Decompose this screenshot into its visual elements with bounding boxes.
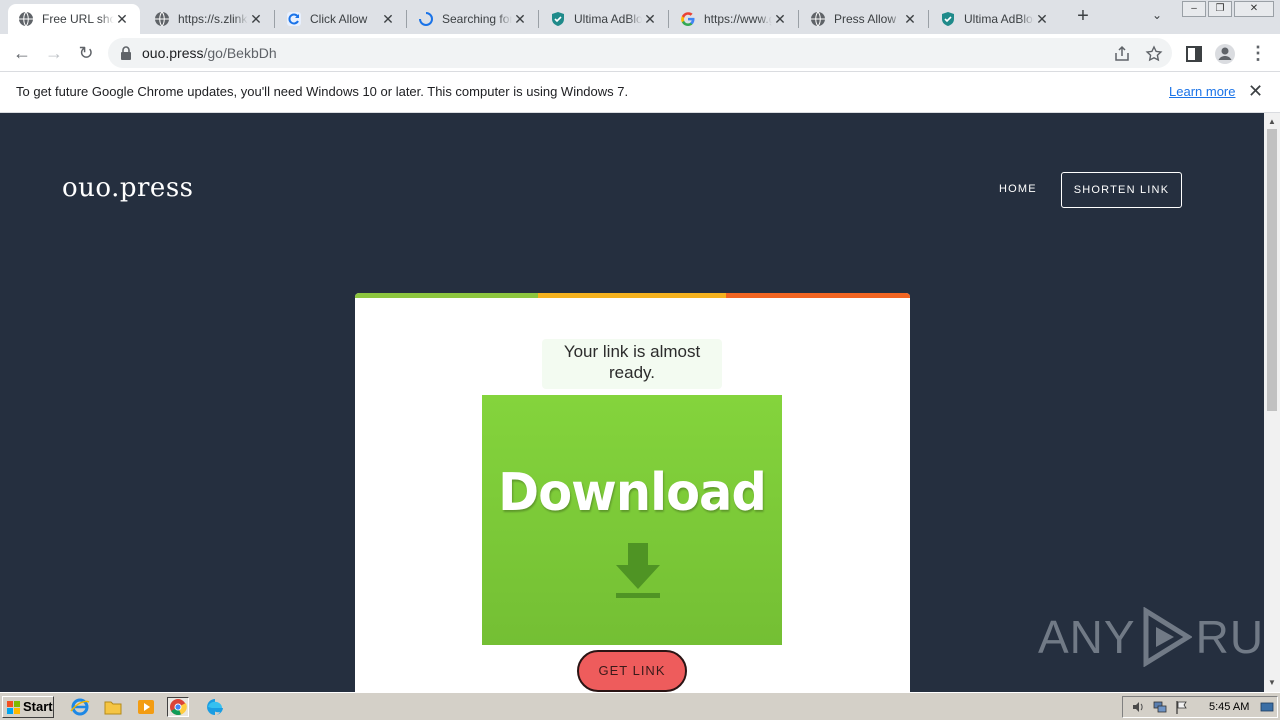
edge-icon[interactable] <box>204 697 226 717</box>
close-tab-icon[interactable]: ✕ <box>114 11 130 28</box>
tab-title: Free URL shortener <box>42 12 114 26</box>
link-card: Your link is almost ready. Download GET … <box>355 293 910 692</box>
close-tab-icon[interactable]: ✕ <box>1034 11 1050 28</box>
tab-separator <box>538 10 539 28</box>
loading-spinner-icon <box>419 12 433 26</box>
show-desktop-icon[interactable] <box>1260 700 1274 714</box>
download-arrow-icon <box>616 543 660 598</box>
tab-separator <box>406 10 407 28</box>
tab-1[interactable]: https://s.zlink.to ✕ <box>144 4 274 34</box>
share-icon[interactable] <box>1113 45 1131 63</box>
shield-icon <box>942 12 954 26</box>
tab-separator <box>274 10 275 28</box>
close-tab-icon[interactable]: ✕ <box>772 11 788 28</box>
tab-5[interactable]: https://www.google.com ✕ <box>670 4 798 34</box>
shield-icon <box>552 12 564 26</box>
back-button[interactable]: ← <box>10 42 34 64</box>
side-panel-icon[interactable] <box>1183 43 1205 65</box>
page-scrollbar[interactable]: ▲ ▼ <box>1264 113 1280 692</box>
close-tab-icon[interactable]: ✕ <box>248 11 264 28</box>
refresh-favicon-icon <box>287 12 301 26</box>
system-tray <box>1122 696 1278 718</box>
google-g-icon <box>681 12 695 26</box>
bookmark-star-icon[interactable] <box>1145 45 1163 63</box>
globe-icon <box>811 11 825 27</box>
learn-more-link[interactable]: Learn more <box>1169 84 1235 99</box>
tab-4[interactable]: Ultima AdBlocker ✕ <box>540 4 668 34</box>
page-viewport: ouo.press HOME SHORTEN LINK Your link is… <box>0 113 1264 692</box>
get-link-button[interactable]: GET LINK <box>577 650 687 692</box>
tab-title: https://s.zlink.to <box>178 12 248 26</box>
watermark-text-left: ANY <box>1038 611 1136 663</box>
reload-button[interactable]: ↻ <box>74 42 98 64</box>
globe-icon <box>19 11 33 27</box>
close-tab-icon[interactable]: ✕ <box>642 11 658 28</box>
taskbar-clock[interactable]: 5:45 AM <box>1209 701 1249 713</box>
update-infobar: To get future Google Chrome updates, you… <box>0 72 1280 113</box>
chrome-icon <box>170 699 187 715</box>
tab-3[interactable]: Searching for Updates ✕ <box>408 4 538 34</box>
close-tab-icon[interactable]: ✕ <box>380 11 396 28</box>
accent-bar-yellow <box>538 293 726 298</box>
tab-title: Ultima AdBlocker <box>574 12 642 26</box>
minimize-button[interactable]: – <box>1182 1 1206 17</box>
download-ad-text: Download <box>498 463 767 523</box>
tab-7[interactable]: Ultima AdBlocker ✕ <box>930 4 1060 34</box>
action-center-flag-icon[interactable] <box>1175 700 1189 714</box>
tab-separator <box>668 10 669 28</box>
url-host: ouo.press <box>142 45 204 61</box>
menu-kebab-icon[interactable]: ⋮ <box>1246 42 1270 64</box>
play-triangle-icon <box>1143 607 1192 667</box>
shorten-link-button[interactable]: SHORTEN LINK <box>1061 172 1182 208</box>
download-ad-banner[interactable]: Download <box>482 395 782 645</box>
scrollbar-thumb[interactable] <box>1267 129 1277 411</box>
link-ready-message: Your link is almost ready. <box>542 339 722 389</box>
lock-icon <box>121 46 131 60</box>
forward-button[interactable]: → <box>42 42 66 64</box>
volume-icon[interactable] <box>1131 700 1145 714</box>
media-player-icon[interactable] <box>135 697 157 717</box>
url-path: /go/BekbDh <box>203 45 277 61</box>
new-tab-button[interactable]: + <box>1072 6 1094 28</box>
internet-explorer-icon[interactable] <box>69 697 91 717</box>
tab-search-chevron-icon[interactable]: ⌄ <box>1152 8 1162 22</box>
site-logo[interactable]: ouo.press <box>62 173 194 203</box>
network-icon[interactable] <box>1153 700 1167 714</box>
profile-avatar-icon[interactable] <box>1214 43 1236 65</box>
tab-2[interactable]: Click Allow ✕ <box>276 4 406 34</box>
close-tab-icon[interactable]: ✕ <box>512 11 528 28</box>
watermark-text-right: RUN <box>1195 611 1264 663</box>
infobar-message: To get future Google Chrome updates, you… <box>16 84 629 99</box>
tab-separator <box>928 10 929 28</box>
tab-title: Ultima AdBlocker <box>964 12 1034 26</box>
nav-home-link[interactable]: HOME <box>999 183 1037 195</box>
close-tab-icon[interactable]: ✕ <box>902 11 918 28</box>
globe-icon <box>155 11 169 27</box>
scroll-down-arrow-icon[interactable]: ▼ <box>1264 676 1280 690</box>
close-infobar-icon[interactable]: ✕ <box>1248 81 1263 102</box>
anyrun-watermark: ANY RUN <box>1038 607 1264 667</box>
close-window-button[interactable]: ✕ <box>1234 1 1274 17</box>
scroll-up-arrow-icon[interactable]: ▲ <box>1264 115 1280 129</box>
window-controls: – ❐ ✕ <box>1180 1 1274 17</box>
accent-bar-orange <box>726 293 910 298</box>
tab-6[interactable]: Press Allow ✕ <box>800 4 928 34</box>
restore-button[interactable]: ❐ <box>1208 1 1232 17</box>
address-bar[interactable]: ouo.press/go/BekbDh <box>108 38 1172 68</box>
start-label: Start <box>23 699 53 714</box>
tab-separator <box>798 10 799 28</box>
chrome-taskbar-button[interactable] <box>167 697 189 717</box>
start-button[interactable]: Start <box>2 696 54 718</box>
tab-title: Click Allow <box>310 12 368 26</box>
tab-title: Press Allow <box>834 12 897 26</box>
browser-toolbar: ← → ↻ ouo.press/go/BekbDh ⋮ <box>0 34 1280 72</box>
tab-0[interactable]: Free URL shortener ✕ <box>8 4 140 34</box>
file-explorer-folder-icon[interactable] <box>102 697 124 717</box>
windows-logo-icon <box>7 701 20 714</box>
windows-taskbar: Start 5:45 AM <box>0 692 1280 720</box>
tab-title: Searching for Updates <box>442 12 512 26</box>
tab-strip: Free URL shortener ✕ https://s.zlink.to … <box>0 0 1280 34</box>
accent-bar-green <box>355 293 538 298</box>
tab-title: https://www.google.com <box>704 12 772 26</box>
